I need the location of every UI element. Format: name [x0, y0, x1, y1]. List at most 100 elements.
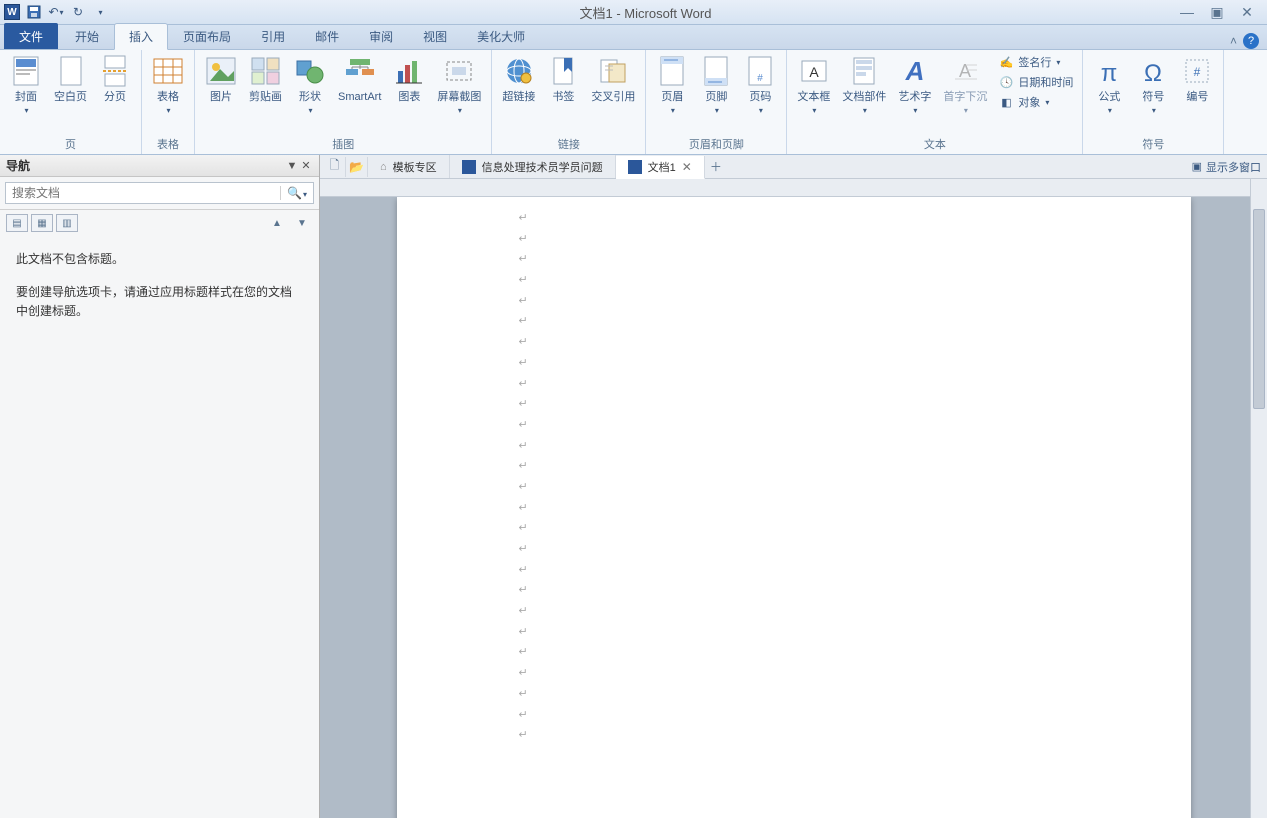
hyperlink-button[interactable]: 超链接 — [498, 53, 539, 104]
tab-pagelayout[interactable]: 页面布局 — [168, 23, 246, 49]
nav-view-results[interactable]: ▥ — [56, 214, 78, 232]
help-icon[interactable]: ? — [1243, 33, 1259, 49]
group-text: A 文本框▾ 文档部件▾ A 艺术字▾ A 首字下沉▾ ✍签名行▾ 🕓日期和时间… — [787, 50, 1083, 154]
paragraph-mark — [517, 662, 1091, 683]
svg-text:π: π — [1101, 60, 1118, 85]
paragraph-mark — [517, 476, 1091, 497]
document-area: 🗋 📂 ⌂模板专区 信息处理技术员学员问题 文档1✕ ＋ ▣ 显示多窗口 — [320, 155, 1267, 818]
horizontal-ruler[interactable] — [320, 179, 1267, 197]
search-icon[interactable]: 🔍▾ — [280, 186, 313, 200]
quick-access-toolbar: ↶▾ ↻ ▾ — [24, 2, 110, 22]
nav-prev-icon[interactable]: ▲ — [266, 214, 288, 232]
shapes-button[interactable]: 形状▾ — [290, 53, 330, 117]
tab-file[interactable]: 文件 — [4, 23, 58, 49]
symbol-button[interactable]: Ω 符号▾ — [1133, 53, 1173, 117]
scrollbar-thumb[interactable] — [1253, 209, 1265, 409]
paragraph-mark — [517, 600, 1091, 621]
picture-button[interactable]: 图片 — [201, 53, 241, 104]
footer-button[interactable]: 页脚▾ — [696, 53, 736, 117]
paragraph-mark — [517, 621, 1091, 642]
svg-text:A: A — [959, 61, 971, 81]
undo-icon[interactable]: ↶▾ — [46, 2, 66, 22]
svg-text:A: A — [809, 64, 819, 80]
signature-line-button[interactable]: ✍签名行▾ — [995, 53, 1076, 71]
smartart-button[interactable]: SmartArt — [334, 53, 385, 104]
paragraph-mark — [517, 248, 1091, 269]
tab-beautify[interactable]: 美化大师 — [462, 23, 540, 49]
page-break-button[interactable]: 分页 — [95, 53, 135, 104]
doc-tab-2[interactable]: 文档1✕ — [616, 156, 705, 179]
close-button[interactable]: ✕ — [1237, 5, 1257, 19]
paragraph-mark — [517, 683, 1091, 704]
document-scroll[interactable]: 第 1 页 / 共 2 页↵ 1 按照题目要求添加显示文本 — [320, 197, 1267, 818]
vertical-scrollbar[interactable] — [1250, 179, 1267, 818]
dropcap-button[interactable]: A 首字下沉▾ — [939, 53, 991, 117]
paragraph-mark — [517, 641, 1091, 662]
new-doc-icon[interactable]: 🗋 — [324, 157, 346, 177]
paragraph-mark — [517, 207, 1091, 228]
tab-references[interactable]: 引用 — [246, 23, 300, 49]
close-tab-icon[interactable]: ✕ — [682, 160, 692, 174]
nav-view-pages[interactable]: ▦ — [31, 214, 53, 232]
minimize-button[interactable]: — — [1177, 5, 1197, 19]
qat-more-icon[interactable]: ▾ — [90, 2, 110, 22]
save-icon[interactable] — [24, 2, 44, 22]
quickparts-button[interactable]: 文档部件▾ — [838, 53, 890, 117]
paragraph-mark — [517, 269, 1091, 290]
svg-text:Ω: Ω — [1144, 60, 1162, 85]
tab-mailings[interactable]: 邮件 — [300, 23, 354, 49]
tab-insert[interactable]: 插入 — [114, 23, 168, 50]
add-tab-button[interactable]: ＋ — [705, 158, 727, 175]
multi-window-button[interactable]: ▣ 显示多窗口 — [1192, 159, 1267, 175]
paragraph-mark — [517, 455, 1091, 476]
paragraph-mark — [517, 393, 1091, 414]
tab-review[interactable]: 审阅 — [354, 23, 408, 49]
window-title: 文档1 - Microsoft Word — [114, 3, 1177, 22]
table-button[interactable]: 表格▾ — [148, 53, 188, 117]
ribbon-tabs: 文件 开始 插入 页面布局 引用 邮件 审阅 视图 美化大师 ˄ ? — [0, 25, 1267, 50]
number-button[interactable]: # 编号 — [1177, 53, 1217, 104]
group-tables: 表格▾ 表格 — [142, 50, 195, 154]
tab-view[interactable]: 视图 — [408, 23, 462, 49]
textbox-button[interactable]: A 文本框▾ — [793, 53, 834, 117]
screenshot-button[interactable]: 屏幕截图▾ — [433, 53, 485, 117]
equation-button[interactable]: π 公式▾ — [1089, 53, 1129, 117]
svg-text:A: A — [905, 56, 925, 86]
doc-tab-1[interactable]: 信息处理技术员学员问题 — [450, 155, 616, 178]
paragraph-mark — [517, 704, 1091, 725]
open-folder-icon[interactable]: 📂 — [346, 157, 368, 177]
blank-page-button[interactable]: 空白页 — [50, 53, 91, 104]
nav-next-icon[interactable]: ▼ — [291, 214, 313, 232]
document-tabs: 🗋 📂 ⌂模板专区 信息处理技术员学员问题 文档1✕ ＋ ▣ 显示多窗口 — [320, 155, 1267, 179]
paragraph-mark — [517, 559, 1091, 580]
nav-content: 此文档不包含标题。 要创建导航选项卡，请通过应用标题样式在您的文档中创建标题。 — [0, 236, 319, 350]
group-pages: 封面▾ 空白页 分页 页 — [0, 50, 142, 154]
restore-button[interactable]: ▣ — [1207, 5, 1227, 19]
clipart-button[interactable]: 剪贴画 — [245, 53, 286, 104]
group-links: 超链接 书签 交叉引用 链接 — [492, 50, 646, 154]
tab-home[interactable]: 开始 — [60, 23, 114, 49]
group-illustrations: 图片 剪贴画 形状▾ SmartArt 图表 屏幕截图▾ — [195, 50, 492, 154]
paragraph-mark — [517, 352, 1091, 373]
nav-close-icon[interactable]: ✕ — [299, 159, 313, 172]
nav-dropdown-icon[interactable]: ▼ — [285, 160, 299, 172]
paragraph-mark — [517, 228, 1091, 249]
chart-button[interactable]: 图表 — [389, 53, 429, 104]
redo-icon[interactable]: ↻ — [68, 2, 88, 22]
tab-template-zone[interactable]: ⌂模板专区 — [368, 155, 450, 178]
nav-search-input[interactable] — [6, 186, 280, 200]
crossref-button[interactable]: 交叉引用 — [587, 53, 639, 104]
object-button[interactable]: ◧对象▾ — [995, 93, 1076, 111]
pagenumber-button[interactable]: # 页码▾ — [740, 53, 780, 117]
paragraph-mark — [517, 517, 1091, 538]
nav-view-headings[interactable]: ▤ — [6, 214, 28, 232]
wordart-button[interactable]: A 艺术字▾ — [894, 53, 935, 117]
datetime-button[interactable]: 🕓日期和时间 — [995, 73, 1076, 91]
cover-page-button[interactable]: 封面▾ — [6, 53, 46, 117]
bookmark-button[interactable]: 书签 — [543, 53, 583, 104]
ribbon-collapse-icon[interactable]: ˄ — [1230, 34, 1237, 48]
nav-title: 导航 — [6, 157, 285, 174]
paragraph-mark — [517, 310, 1091, 331]
paragraph-mark — [517, 724, 1091, 745]
header-button[interactable]: 页眉▾ — [652, 53, 692, 117]
